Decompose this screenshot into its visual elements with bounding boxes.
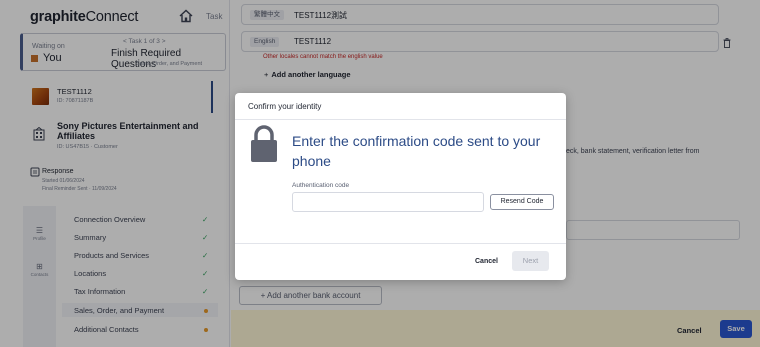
modal-header: Confirm your identity: [235, 93, 566, 120]
modal-title: Confirm your identity: [248, 102, 322, 111]
auth-code-input[interactable]: [292, 192, 484, 212]
modal-cancel-button[interactable]: Cancel: [475, 258, 498, 265]
auth-code-label: Authentication code: [292, 182, 350, 189]
confirm-identity-modal: Confirm your identity Enter the confirma…: [235, 93, 566, 280]
resend-code-button[interactable]: Resend Code: [490, 194, 554, 210]
modal-heading: Enter the confirmation code sent to your…: [292, 133, 541, 169]
modal-next-button[interactable]: Next: [512, 251, 549, 271]
lock-icon: [251, 125, 277, 162]
